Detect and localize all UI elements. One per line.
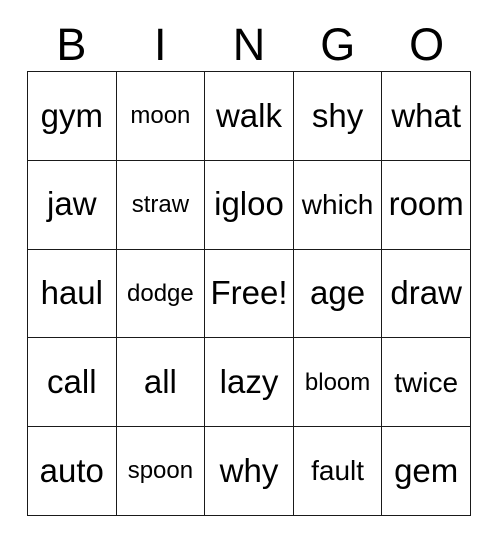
bingo-cell-word: draw: [390, 274, 462, 312]
bingo-cell-word: straw: [131, 191, 190, 219]
bingo-cell[interactable]: gym: [28, 72, 117, 161]
bingo-cell[interactable]: which: [293, 160, 383, 250]
bingo-cell[interactable]: igloo: [205, 160, 294, 250]
header-letter-label: I: [153, 18, 167, 70]
bingo-cell-word: all: [143, 362, 177, 400]
header-letter-label: O: [409, 18, 445, 70]
bingo-cell-word: twice: [394, 366, 459, 398]
bingo-cell[interactable]: jaw: [28, 160, 117, 250]
bingo-cell-word: spoon: [127, 457, 194, 485]
bingo-cell[interactable]: age: [293, 249, 383, 339]
bingo-cell-word: what: [391, 96, 462, 134]
bingo-cell-word: age: [310, 274, 366, 312]
bingo-cell[interactable]: spoon: [116, 427, 206, 516]
bingo-cell[interactable]: gem: [382, 427, 471, 516]
bingo-cell[interactable]: haul: [28, 249, 117, 339]
bingo-cell-word: auto: [39, 451, 104, 489]
bingo-cell-word: haul: [40, 274, 103, 312]
header-letter-i: I: [116, 18, 205, 70]
bingo-cell-word: lazy: [219, 362, 279, 400]
header-letter-g: G: [293, 18, 382, 70]
bingo-cell[interactable]: fault: [293, 427, 383, 516]
bingo-cell[interactable]: room: [382, 160, 471, 250]
bingo-cell[interactable]: all: [116, 338, 206, 428]
bingo-cell-word: dodge: [127, 279, 194, 307]
header-letter-label: G: [320, 18, 356, 70]
header-letter-label: B: [56, 18, 87, 70]
bingo-cell-word: gym: [40, 96, 103, 134]
bingo-card: B I N G O gym moon walk shy what jaw str…: [0, 0, 500, 544]
bingo-free-space-label: Free!: [210, 274, 288, 312]
bingo-row: gym moon walk shy what: [28, 72, 471, 161]
bingo-cell[interactable]: auto: [28, 427, 117, 516]
bingo-cell[interactable]: twice: [382, 338, 471, 428]
header-letter-n: N: [205, 18, 294, 70]
bingo-cell[interactable]: call: [28, 338, 117, 428]
bingo-cell-word: why: [219, 451, 279, 489]
bingo-header: B I N G O: [27, 18, 471, 70]
bingo-cell-word: jaw: [47, 185, 97, 223]
bingo-cell[interactable]: why: [205, 427, 294, 516]
header-letter-o: O: [382, 18, 471, 70]
header-letter-b: B: [27, 18, 116, 70]
bingo-cell-word: call: [47, 362, 97, 400]
bingo-cell-word: fault: [311, 455, 365, 487]
bingo-cell[interactable]: draw: [382, 249, 471, 339]
bingo-cell[interactable]: lazy: [205, 338, 294, 428]
bingo-cell-word: which: [301, 189, 374, 220]
bingo-cell-word: walk: [215, 96, 282, 134]
bingo-cell-word: moon: [130, 102, 191, 130]
bingo-row: haul dodge Free! age draw: [28, 249, 471, 339]
header-letter-label: N: [232, 18, 266, 70]
bingo-grid: gym moon walk shy what jaw straw igloo w…: [27, 71, 471, 516]
bingo-cell[interactable]: what: [382, 72, 471, 161]
bingo-cell-word: igloo: [214, 185, 284, 223]
bingo-cell[interactable]: dodge: [116, 249, 206, 339]
bingo-row: jaw straw igloo which room: [28, 160, 471, 250]
bingo-cell[interactable]: bloom: [293, 338, 383, 428]
bingo-row: auto spoon why fault gem: [28, 427, 471, 516]
bingo-cell-word: bloom: [304, 368, 371, 396]
bingo-cell[interactable]: straw: [116, 160, 206, 250]
bingo-cell-word: gem: [394, 451, 459, 489]
bingo-cell[interactable]: moon: [116, 72, 206, 161]
bingo-cell[interactable]: walk: [205, 72, 294, 161]
bingo-cell-word: shy: [311, 96, 364, 134]
bingo-cell-word: room: [388, 185, 464, 223]
bingo-cell-free-space[interactable]: Free!: [205, 249, 294, 339]
bingo-row: call all lazy bloom twice: [28, 338, 471, 428]
bingo-cell[interactable]: shy: [293, 72, 383, 161]
